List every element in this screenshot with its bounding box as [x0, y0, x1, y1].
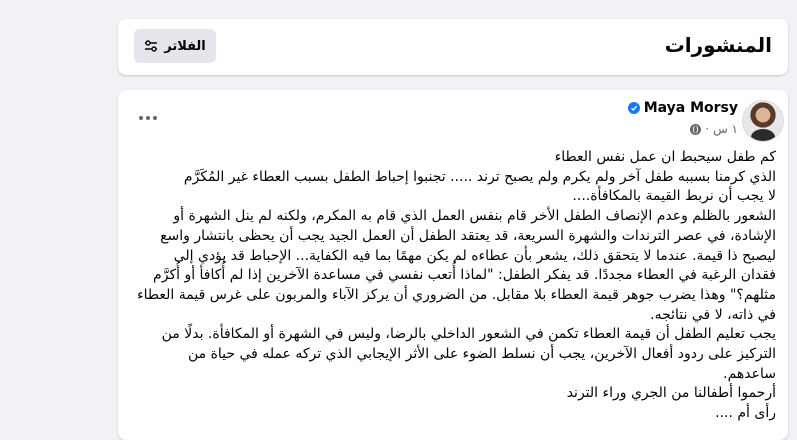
- post-meta: ١ س ·: [690, 122, 738, 136]
- post-text-line: لا يجب أن نربط القيمة بالمكافأة....: [572, 188, 776, 205]
- verified-badge-icon: [627, 102, 640, 114]
- more-options-icon[interactable]: [132, 106, 164, 130]
- post-body: كم طفل سيحبط ان عمل نفس العطاء الذي كرمنا…: [130, 148, 776, 424]
- author-avatar[interactable]: [742, 100, 784, 142]
- filter-sliders-icon: [144, 40, 158, 52]
- post-text-line: الشعور بالظلم وعدم الإنصاف الطفل الأخر ق…: [173, 208, 776, 225]
- post-card: Maya Morsy ١ س · كم طفل سيحبط ان عمل نفس…: [118, 90, 788, 440]
- page-title: المنشورات: [664, 33, 772, 57]
- post-text-line: الذي كرمنا بسببه طفل آخر ولم يكرم ولم يص…: [183, 168, 776, 185]
- post-text-line: أرحموا أطفالنا من الجري وراء الترند: [566, 385, 776, 402]
- post-text-line: الإشادة، في عصر الترندات والشهرة السريعة…: [160, 227, 776, 244]
- meta-separator: ·: [705, 122, 710, 136]
- post-text-line: كم طفل سيحبط ان عمل نفس العطاء: [554, 149, 776, 165]
- author-row: Maya Morsy: [627, 100, 738, 116]
- post-text-line: يجب تعليم الطفل أن قيمة العطاء تكمن في ا…: [161, 326, 776, 343]
- post-text-line: في ذاته، لا في نتائجه.: [650, 306, 776, 323]
- post-text-line: فقدان الرغبة في العطاء مجددًا. قد يفكر ا…: [153, 267, 776, 284]
- posts-header-card: المنشورات الفلاتر: [118, 19, 788, 75]
- post-text-line: رأى أم ....: [715, 405, 776, 422]
- post-text-line: مثلهم؟" وهذا يضرب جوهر قيمة العطاء بلا م…: [137, 286, 776, 303]
- globe-icon[interactable]: [690, 123, 702, 135]
- author-name[interactable]: Maya Morsy: [644, 100, 738, 116]
- filters-label: الفلاتر: [164, 38, 206, 54]
- post-time[interactable]: ١ س: [713, 122, 738, 136]
- post-text-line: التركيز على ردود أفعال الآخرين، يجب أن ن…: [187, 346, 776, 363]
- filters-button[interactable]: الفلاتر: [134, 29, 216, 63]
- post-text-line: ساعدهم.: [723, 365, 776, 382]
- post-text-line: ليصبح ذا قيمة. عندما لا يتحقق ذلك، يشعر …: [173, 247, 776, 264]
